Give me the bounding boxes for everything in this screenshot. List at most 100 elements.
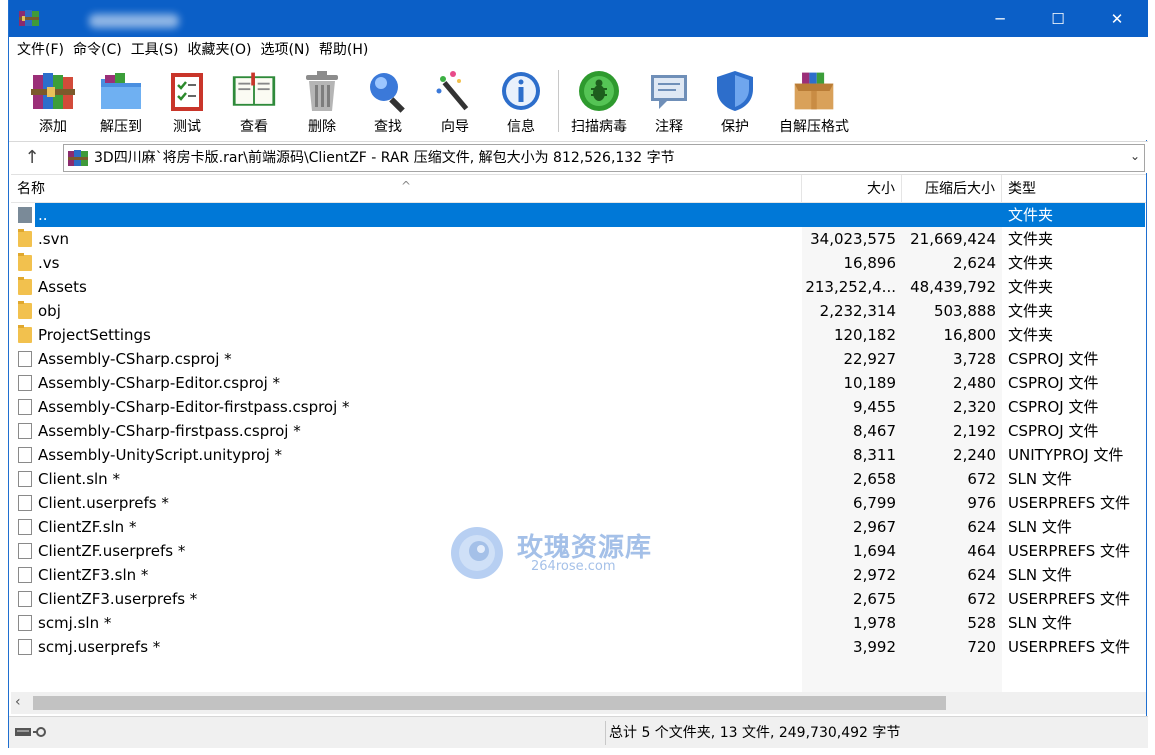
file-icon <box>18 423 32 439</box>
menu-bar: 文件(F) 命令(C) 工具(S) 收藏夹(O) 选项(N) 帮助(H) <box>9 37 1148 64</box>
file-name: Assembly-CSharp-firstpass.csproj * <box>38 422 301 440</box>
file-size: 10,189 <box>843 374 897 392</box>
file-size: 2,967 <box>853 518 896 536</box>
file-icon <box>18 351 32 367</box>
status-bar: 总计 5 个文件夹, 13 文件, 249,730,492 字节 <box>9 716 1148 748</box>
file-size: 213,252,4... <box>805 278 896 296</box>
menu-help[interactable]: 帮助(H) <box>317 37 375 64</box>
table-row[interactable]: scmj.sln * 1,978 528 SLN 文件 <box>11 611 1146 635</box>
title-bar[interactable]: ─ ☐ ✕ <box>9 0 1148 37</box>
menu-file[interactable]: 文件(F) <box>15 37 71 64</box>
speech-bubble-icon <box>646 68 692 114</box>
table-row[interactable]: .. 文件夹 <box>11 203 1146 227</box>
file-name: Assets <box>38 278 87 296</box>
table-row[interactable]: obj 2,232,314 503,888 文件夹 <box>11 299 1146 323</box>
table-row[interactable]: Assembly-CSharp.csproj * 22,927 3,728 CSPRO… <box>11 347 1146 371</box>
minimize-button[interactable]: ─ <box>971 0 1029 37</box>
wizard-button[interactable]: 向导 <box>433 68 477 138</box>
extract-to-button[interactable]: 解压到 <box>95 68 147 138</box>
status-divider <box>605 721 606 745</box>
menu-favorites[interactable]: 收藏夹(O) <box>186 37 259 64</box>
file-packed-size: 624 <box>967 566 996 584</box>
sfx-label: 自解压格式 <box>779 119 849 135</box>
column-header-name[interactable]: 名称 ^ <box>11 175 802 202</box>
table-row[interactable]: ProjectSettings 120,182 16,800 文件夹 <box>11 323 1146 347</box>
extract-to-label: 解压到 <box>100 119 142 135</box>
add-button[interactable]: 添加 <box>31 68 75 138</box>
table-row[interactable]: Assembly-CSharp-Editor.csproj * 10,189 2,4… <box>11 371 1146 395</box>
table-row[interactable]: Client.userprefs * 6,799 976 USERPREFS 文件 <box>11 491 1146 515</box>
file-size: 2,658 <box>853 470 896 488</box>
table-row[interactable]: Client.sln * 2,658 672 SLN 文件 <box>11 467 1146 491</box>
table-row[interactable]: Assembly-CSharp-Editor-firstpass.csproj … <box>11 395 1146 419</box>
file-size: 1,978 <box>853 614 896 632</box>
file-name: .svn <box>38 230 69 248</box>
maximize-button[interactable]: ☐ <box>1029 0 1087 37</box>
drive-key-icon[interactable] <box>15 725 51 739</box>
file-packed-size: 672 <box>967 590 996 608</box>
comment-button[interactable]: 注释 <box>647 68 691 138</box>
file-packed-size: 672 <box>967 470 996 488</box>
chevron-down-icon[interactable]: ⌄ <box>1130 149 1140 163</box>
scroll-left-icon[interactable]: ‹ <box>15 694 21 710</box>
info-label: 信息 <box>507 119 535 135</box>
file-size: 2,675 <box>853 590 896 608</box>
file-packed-size: 624 <box>967 518 996 536</box>
close-button[interactable]: ✕ <box>1088 0 1146 37</box>
address-bar: ↑ 3D四川麻`将房卡版.rar\前端源码\ClientZF - RAR 压缩文… <box>9 141 1148 173</box>
file-packed-size: 2,320 <box>953 398 996 416</box>
menu-options[interactable]: 选项(N) <box>258 37 316 64</box>
file-size: 3,992 <box>853 638 896 656</box>
column-header-size[interactable]: 大小 <box>802 175 902 202</box>
file-type: CSPROJ 文件 <box>1008 398 1099 416</box>
add-label: 添加 <box>39 119 67 135</box>
table-row[interactable]: scmj.userprefs * 3,992 720 USERPREFS 文件 <box>11 635 1146 659</box>
file-packed-size: 2,480 <box>953 374 996 392</box>
scan-virus-button[interactable]: 扫描病毒 <box>568 68 630 138</box>
table-row[interactable]: Assets 213,252,4... 48,439,792 文件夹 <box>11 275 1146 299</box>
table-row[interactable]: .svn 34,023,575 21,669,424 文件夹 <box>11 227 1146 251</box>
winrar-window: ─ ☐ ✕ 文件(F) 命令(C) 工具(S) 收藏夹(O) 选项(N) 帮助(… <box>8 0 1148 748</box>
file-icon <box>18 567 32 583</box>
file-type: CSPROJ 文件 <box>1008 350 1099 368</box>
table-row[interactable]: .vs 16,896 2,624 文件夹 <box>11 251 1146 275</box>
file-name: ClientZF.sln * <box>38 518 137 536</box>
file-name: scmj.sln * <box>38 614 112 632</box>
scrollbar-thumb[interactable] <box>33 696 946 710</box>
path-combobox[interactable]: 3D四川麻`将房卡版.rar\前端源码\ClientZF - RAR 压缩文件,… <box>63 144 1145 172</box>
file-packed-size: 503,888 <box>933 302 996 320</box>
file-packed-size: 16,800 <box>943 326 997 344</box>
file-name: scmj.userprefs * <box>38 638 161 656</box>
find-label: 查找 <box>374 119 402 135</box>
menu-commands[interactable]: 命令(C) <box>71 37 129 64</box>
protect-label: 保护 <box>721 119 749 135</box>
file-size: 2,972 <box>853 566 896 584</box>
file-size: 8,467 <box>853 422 896 440</box>
file-size: 8,311 <box>853 446 896 464</box>
menu-tools[interactable]: 工具(S) <box>129 37 186 64</box>
column-header-type[interactable]: 类型 <box>1002 175 1146 202</box>
column-header-packed[interactable]: 压缩后大小 <box>902 175 1002 202</box>
file-size: 1,694 <box>853 542 896 560</box>
view-label: 查看 <box>240 119 268 135</box>
status-summary: 总计 5 个文件夹, 13 文件, 249,730,492 字节 <box>609 725 901 741</box>
sfx-button[interactable]: 自解压格式 <box>774 68 854 138</box>
file-packed-size: 2,240 <box>953 446 996 464</box>
view-button[interactable]: 查看 <box>227 68 281 138</box>
table-row[interactable]: ClientZF3.userprefs * 2,675 672 USERPREFS 文… <box>11 587 1146 611</box>
delete-button[interactable]: 删除 <box>300 68 344 138</box>
find-button[interactable]: 查找 <box>366 68 410 138</box>
test-button[interactable]: 测试 <box>165 68 209 138</box>
parent-folder-icon <box>18 207 32 223</box>
horizontal-scrollbar[interactable]: ‹ <box>11 692 1146 714</box>
table-row[interactable]: Assembly-CSharp-firstpass.csproj * 8,467 2… <box>11 419 1146 443</box>
file-icon <box>18 543 32 559</box>
up-arrow-icon[interactable]: ↑ <box>21 147 43 169</box>
file-type: USERPREFS 文件 <box>1008 638 1130 656</box>
file-list[interactable]: 名称 ^ 大小 压缩后大小 类型 .. 文件夹 .svn 34,023,575 21,6… <box>11 174 1146 693</box>
protect-button[interactable]: 保护 <box>713 68 757 138</box>
info-button[interactable]: 信息 <box>499 68 543 138</box>
file-type: SLN 文件 <box>1008 518 1072 536</box>
file-packed-size: 21,669,424 <box>910 230 996 248</box>
table-row[interactable]: Assembly-UnityScript.unityproj * 8,311 2,2… <box>11 443 1146 467</box>
